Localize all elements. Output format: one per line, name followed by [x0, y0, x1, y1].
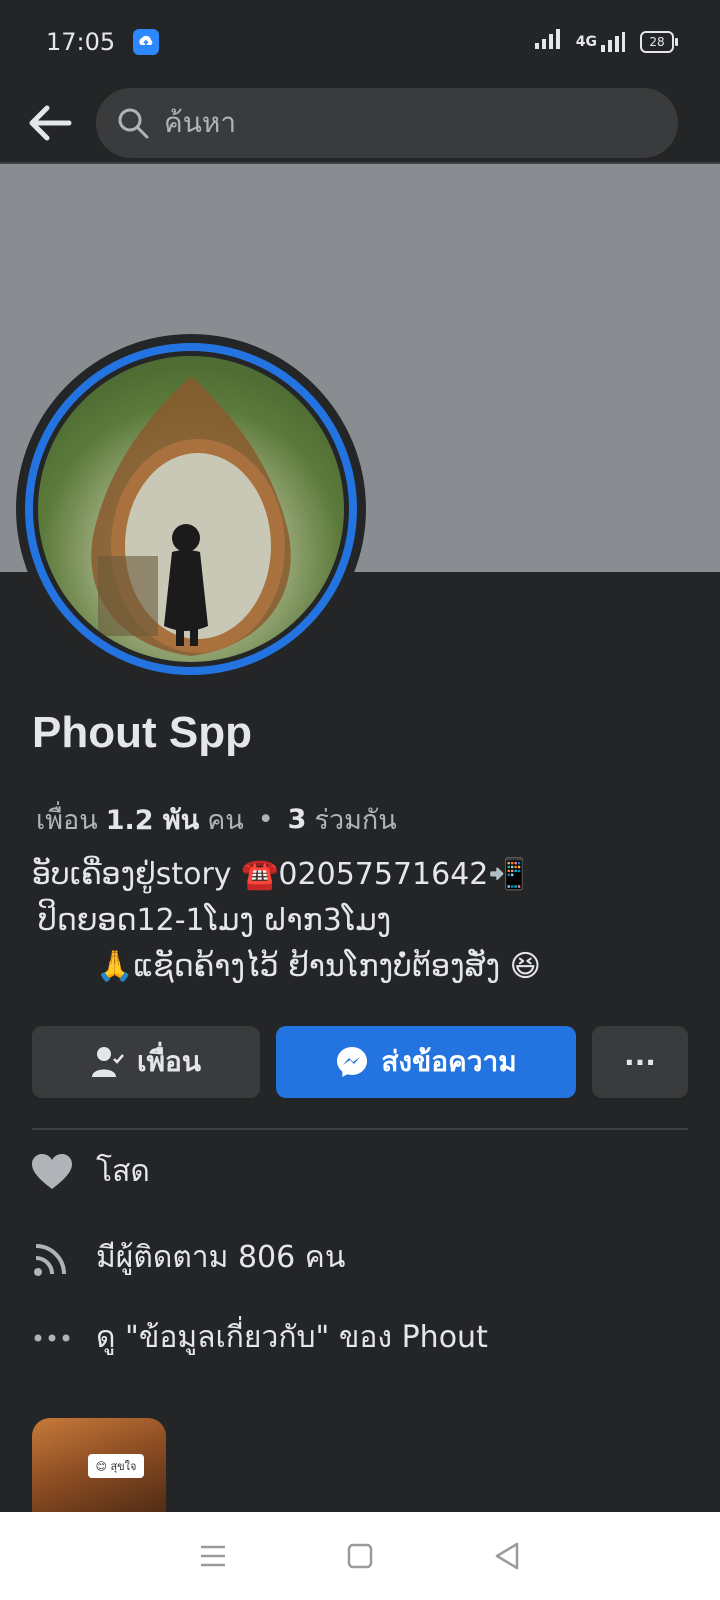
search-icon [118, 108, 149, 139]
battery-icon: 28 [640, 31, 678, 53]
friends-label: เพื่อน [36, 805, 98, 836]
more-horizontal-icon [30, 1316, 74, 1360]
back-arrow-icon [29, 105, 72, 141]
message-button-label: ส่งข้อความ [381, 1045, 517, 1078]
cloud-upload-icon [133, 29, 160, 55]
status-left: 17:05 [46, 28, 160, 56]
profile-picture[interactable] [16, 334, 366, 684]
back-triangle-icon [495, 1542, 518, 1570]
profile-bio: ອັບເຄື່ອງຢູ່story ☎️02057571642📲 ປິດຍອດ1… [32, 852, 692, 990]
bio-line: ອັບເຄື່ອງຢູ່story ☎️02057571642📲 [32, 857, 526, 892]
menu-icon [201, 1545, 226, 1567]
story-sticker: 😊 สุขใจ [88, 1454, 144, 1478]
home-square-icon [347, 1543, 373, 1569]
status-bar: 17:05 4G 28 [0, 0, 720, 84]
home-nav-button[interactable] [338, 1534, 382, 1578]
status-time: 17:05 [46, 28, 116, 56]
bio-line: ປິດຍອດ12-1ໂມງ ຝາກ3ໂມງ [38, 903, 392, 938]
about-row[interactable]: ดู "ข้อมูลเกี่ยวกับ" ของ Phout [30, 1314, 488, 1361]
signal-icon [534, 28, 562, 56]
followers-count: มีผู้ติดตาม 806 คน [96, 1240, 346, 1275]
avatar [38, 356, 344, 662]
top-bar: ค้นหา [0, 84, 720, 164]
menu-nav-button[interactable] [191, 1534, 235, 1578]
network-type: 4G [575, 34, 597, 50]
back-nav-button[interactable] [485, 1534, 529, 1578]
search-placeholder: ค้นหา [164, 106, 237, 139]
bio-line: 🙏ແຊັດຄ້າງໄວ້ ຢ້ານໂກງບໍ່ຕ້ອງສັ່ງ 😆 [96, 949, 541, 984]
search-input[interactable]: ค้นหา [96, 88, 678, 158]
profile-name: Phout Spp [32, 708, 252, 757]
rss-icon [30, 1236, 74, 1280]
friends-button[interactable]: เพื่อน [32, 1026, 260, 1098]
avatar-image [91, 376, 291, 656]
status-right: 4G 28 [534, 28, 678, 56]
heart-icon [30, 1150, 74, 1194]
profile-actions: เพื่อน ส่งข้อความ ··· [32, 1026, 688, 1098]
mutual-count: 3 [287, 804, 307, 835]
relationship-status: โสด [96, 1154, 150, 1189]
message-button[interactable]: ส่งข้อความ [276, 1026, 576, 1098]
more-options-button[interactable]: ··· [592, 1026, 688, 1098]
about-link: ดู "ข้อมูลเกี่ยวกับ" ของ Phout [96, 1320, 488, 1355]
mutual-label: ร่วมกัน [314, 805, 397, 836]
friends-count: 1.2 พัน [105, 805, 200, 836]
messenger-icon [337, 1047, 368, 1077]
network-4g-icon: 4G [576, 31, 626, 53]
friend-check-icon [92, 1047, 124, 1077]
friends-summary[interactable]: เพื่อน 1.2 พัน คน • 3 ร่วมกัน [36, 798, 397, 841]
system-nav-bar [0, 1512, 720, 1600]
more-dots-icon: ··· [624, 1045, 656, 1079]
story-thumbnail[interactable]: 😊 สุขใจ [32, 1418, 166, 1518]
separator-dot: • [257, 804, 274, 835]
relationship-row: โสด [30, 1148, 150, 1195]
story-ring [25, 343, 357, 675]
friends-button-label: เพื่อน [137, 1045, 201, 1078]
back-button[interactable] [14, 87, 86, 159]
followers-row[interactable]: มีผู้ติดตาม 806 คน [30, 1234, 345, 1281]
friends-unit: คน [207, 805, 244, 836]
divider [32, 1128, 688, 1130]
battery-level: 28 [649, 35, 665, 49]
